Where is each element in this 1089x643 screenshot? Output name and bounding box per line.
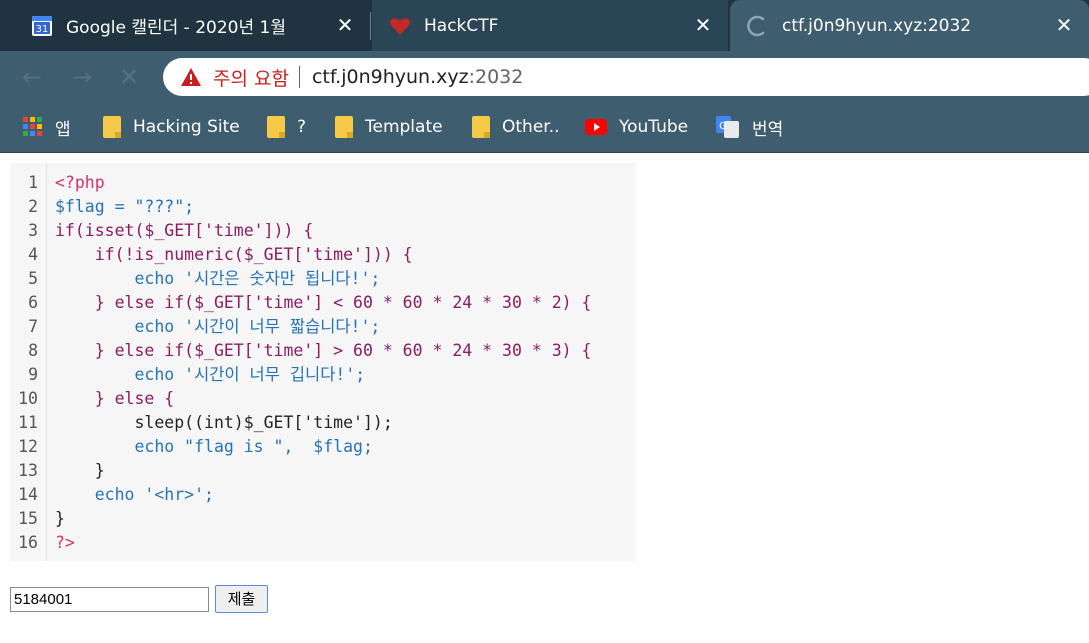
line-number: 11 [18,413,38,432]
bookmark-label: YouTube [619,117,689,137]
bookmark-apps[interactable]: 앱 [23,113,71,141]
url-port[interactable]: :2032 [469,66,524,88]
apps-grid-icon [23,117,42,136]
url-host[interactable]: ctf.j0n9hyun.xyz [312,66,469,88]
code-line: } [55,509,65,528]
line-number: 1 [28,173,38,192]
bookmark-label: 앱 [55,119,71,140]
line-number: 15 [18,509,38,528]
forward-arrow-icon[interactable]: → [70,65,94,89]
stop-loading-icon[interactable]: ✕ [117,65,141,89]
google-calendar-icon: 31 [32,15,52,36]
warning-triangle-icon[interactable] [180,67,202,87]
code-line: echo '<hr>'; [55,485,214,504]
php-source-code: 1 2 3 4 5 6 7 8 9 10 11 12 13 14 15 16 <… [10,163,636,561]
line-number: 7 [28,317,38,336]
omnibox-divider [298,66,300,88]
bookmark-label: Template [365,117,443,137]
tab-ctf-active[interactable]: ctf.j0n9hyun.xyz:2032 ✕ [730,0,1089,51]
code-line: echo '시간은 숫자만 됩니다!'; [55,269,381,288]
code-line: } else { [55,389,175,408]
tab-strip: 31 Google 캘린더 - 2020년 1월 ✕ HackCTF ✕ ctf… [0,0,1089,51]
browser-toolbar: ← → ✕ 주의 요함 ctf.j0n9hyun.xyz:2032 [0,51,1089,103]
line-number-gutter: 1 2 3 4 5 6 7 8 9 10 11 12 13 14 15 16 [10,163,47,561]
google-translate-icon: G [716,116,739,138]
bookmark-template[interactable]: Template [335,113,443,141]
code-line: ?> [55,533,75,552]
heart-icon [390,17,410,35]
bookmark-other[interactable]: Other.. [472,113,560,141]
line-number: 9 [28,365,38,384]
tab-google-calendar[interactable]: 31 Google 캘린더 - 2020년 1월 ✕ [14,0,370,51]
security-warning-text[interactable]: 주의 요함 [213,64,289,91]
tab-title: HackCTF [424,15,499,36]
bookmarks-bar: 앱 Hacking Site ? Template Other.. YouTub… [0,103,1089,153]
time-input[interactable] [10,587,209,612]
tab-hackctf[interactable]: HackCTF ✕ [372,0,728,51]
youtube-icon [585,119,607,135]
svg-text:31: 31 [36,24,49,35]
line-number: 14 [18,485,38,504]
bookmark-label: Hacking Site [133,117,240,137]
submit-button[interactable]: 제출 [215,585,268,613]
code-line: $flag = "???"; [55,197,195,216]
code-line: echo "flag is ", $flag; [55,437,373,456]
code-line: } else if($_GET['time'] < 60 * 60 * 24 *… [55,293,592,312]
tab-title: ctf.j0n9hyun.xyz:2032 [782,15,972,36]
close-tab-icon[interactable]: ✕ [334,14,356,36]
address-bar[interactable]: 주의 요함 ctf.j0n9hyun.xyz:2032 [163,58,1089,96]
back-arrow-icon[interactable]: ← [20,65,44,89]
close-tab-icon[interactable]: ✕ [1053,14,1075,36]
bookmark-youtube[interactable]: YouTube [585,113,688,141]
code-line: } [55,461,105,480]
tab-title: Google 캘린더 - 2020년 1월 [66,18,286,38]
line-number: 13 [18,461,38,480]
line-number: 4 [28,245,38,264]
svg-text:G: G [719,121,727,132]
tab-separator [370,12,371,40]
bookmark-label: 번역 [752,119,784,140]
bookmark-question[interactable]: ? [267,113,306,141]
bookmark-label: ? [297,117,307,137]
code-line: echo '시간이 너무 깁니다!'; [55,365,366,384]
line-number: 3 [28,221,38,240]
bookmark-translate[interactable]: G 번역 [716,113,783,141]
code-line: sleep((int)$_GET['time']); [55,413,393,432]
loading-spinner-icon [747,15,765,36]
folder-icon [472,116,490,138]
folder-icon [335,116,353,138]
folder-icon [267,116,285,138]
bookmark-label: Other.. [502,117,560,137]
line-number: 10 [18,389,38,408]
code-line: if(!is_numeric($_GET['time'])) { [55,245,413,264]
line-number: 6 [28,293,38,312]
bookmark-hacking-site[interactable]: Hacking Site [103,113,240,141]
line-number: 8 [28,341,38,360]
folder-icon [103,116,121,138]
line-number: 5 [28,269,38,288]
code-line: <?php [55,173,105,192]
code-line: } else if($_GET['time'] > 60 * 60 * 24 *… [55,341,592,360]
code-line: if(isset($_GET['time'])) { [55,221,314,240]
line-number: 16 [18,533,38,552]
line-number: 12 [18,437,38,456]
line-number: 2 [28,197,38,216]
close-tab-icon[interactable]: ✕ [692,14,714,36]
code-line: echo '시간이 너무 짧습니다!'; [55,317,381,336]
